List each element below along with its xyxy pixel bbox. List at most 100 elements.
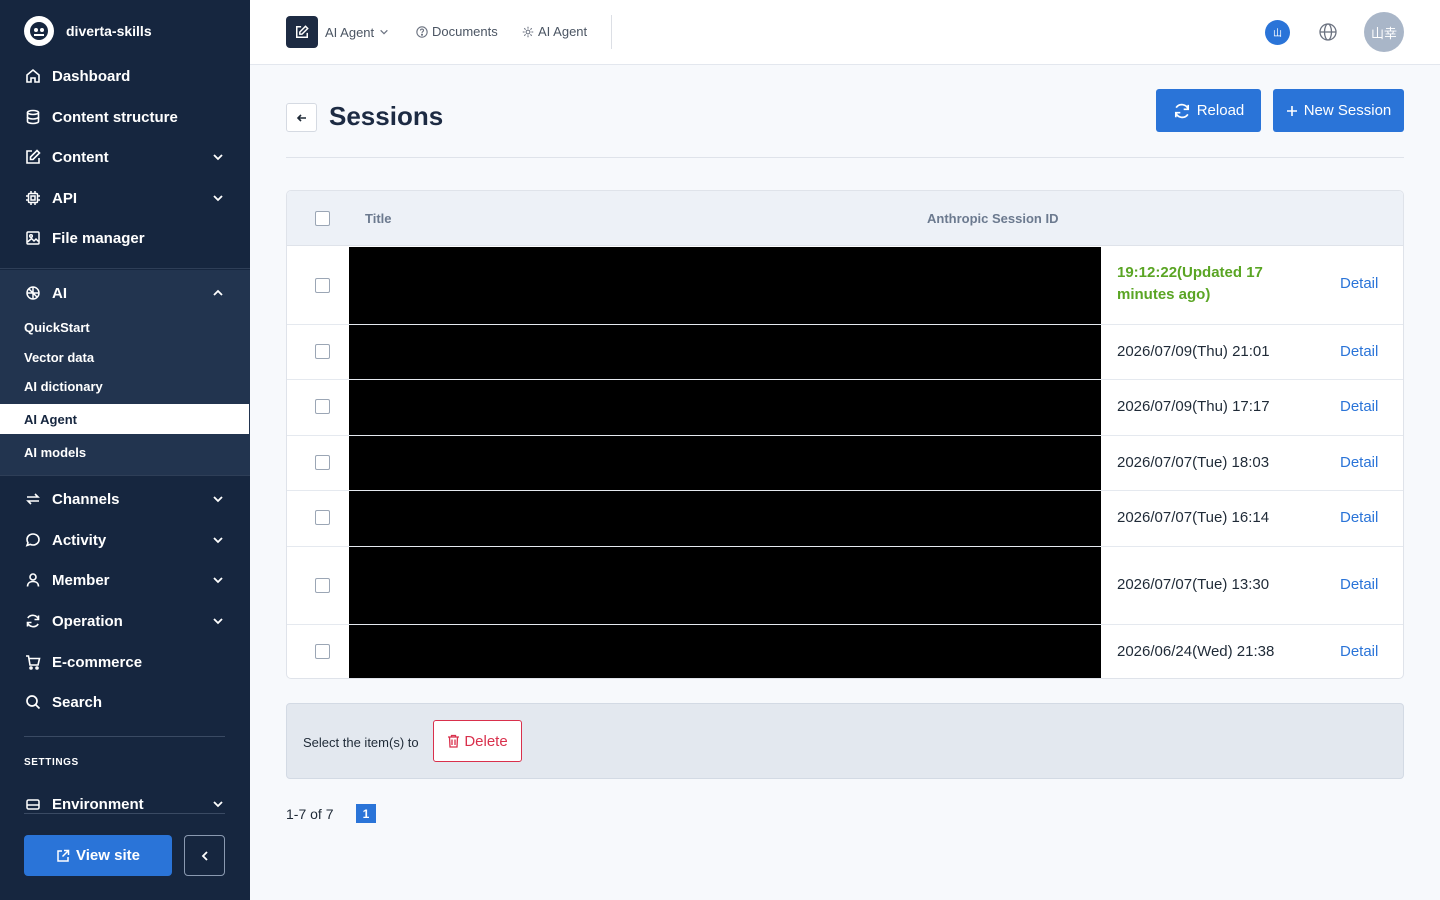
row-checkbox[interactable] <box>315 399 330 414</box>
row-checkbox[interactable] <box>315 455 330 470</box>
row-checkbox[interactable] <box>315 344 330 359</box>
chip-icon <box>24 189 42 207</box>
sidebar-subitem-ai-dictionary[interactable]: AI dictionary <box>0 371 249 401</box>
sidebar-item-label: Content <box>52 148 109 166</box>
row-date: 2026/07/07(Tue) 13:30 <box>1117 576 1270 593</box>
row-date: 2026/07/07(Tue) 18:03 <box>1117 454 1270 471</box>
column-header-session-id: Anthropic Session ID <box>927 211 1059 226</box>
ai-agent-link-label: AI Agent <box>538 24 588 39</box>
select-all-checkbox[interactable] <box>315 211 330 226</box>
detail-link[interactable]: Detail <box>1340 398 1378 415</box>
redacted-block <box>349 380 1101 435</box>
detail-link[interactable]: Detail <box>1340 275 1378 292</box>
row-date: 2026/07/09(Thu) 17:17 <box>1117 398 1270 415</box>
sidebar-item-activity[interactable]: Activity <box>0 520 250 560</box>
delete-label: Delete <box>464 732 508 750</box>
sidebar-item-search[interactable]: Search <box>0 682 250 722</box>
sidebar-divider <box>0 268 250 269</box>
sidebar-subitem-quickstart[interactable]: QuickStart <box>0 312 249 342</box>
bulk-action-bar: Select the item(s) to Delete <box>286 703 1404 779</box>
sidebar-item-label: API <box>52 189 78 207</box>
chevron-down-icon <box>213 496 223 503</box>
sidebar-item-label: E-commerce <box>52 653 143 671</box>
row-checkbox[interactable] <box>315 578 330 593</box>
brand-name: diverta-skills <box>66 23 152 39</box>
table-row: 2026/07/07(Tue) 18:03 Detail <box>287 436 1403 491</box>
sidebar-item-file-manager[interactable]: File manager <box>0 218 250 258</box>
detail-link[interactable]: Detail <box>1340 509 1378 526</box>
sidebar-item-environment[interactable]: Environment <box>0 784 250 824</box>
row-checkbox[interactable] <box>315 644 330 659</box>
top-bar: AI Agent Documents AI Agent 山 山幸 <box>250 0 1440 65</box>
row-checkbox[interactable] <box>315 510 330 525</box>
sidebar-item-label: File manager <box>52 229 145 247</box>
sidebar-item-channels[interactable]: Channels <box>0 479 250 519</box>
search-icon <box>24 693 42 711</box>
documents-link-label: Documents <box>432 24 498 39</box>
delete-button[interactable]: Delete <box>433 720 522 762</box>
ai-agent-link[interactable]: AI Agent <box>522 24 587 39</box>
sidebar-item-member[interactable]: Member <box>0 560 250 600</box>
image-icon <box>24 229 42 247</box>
swap-icon <box>24 490 42 508</box>
column-header-title: Title <box>365 211 392 226</box>
sidebar-item-api[interactable]: API <box>0 178 250 218</box>
server-icon <box>24 795 42 813</box>
chevron-up-icon <box>213 289 223 296</box>
help-circle-icon <box>416 25 428 38</box>
brand[interactable]: diverta-skills <box>24 16 152 46</box>
detail-link[interactable]: Detail <box>1340 576 1378 593</box>
new-session-label: New Session <box>1303 102 1392 119</box>
sidebar-subitem-label: AI Agent <box>24 411 77 427</box>
sidebar-subitem-label: QuickStart <box>24 319 90 335</box>
chevron-down-icon <box>213 154 223 161</box>
sidebar-item-ecommerce[interactable]: E-commerce <box>0 642 250 682</box>
bulk-action-text: Select the item(s) to <box>303 735 419 750</box>
pagination-page-current[interactable]: 1 <box>356 804 376 823</box>
chat-bubble-icon <box>24 531 42 549</box>
app-switcher[interactable]: AI Agent <box>286 16 389 48</box>
cart-icon <box>24 653 42 671</box>
detail-link[interactable]: Detail <box>1340 454 1378 471</box>
app-switcher-label: AI Agent <box>325 24 375 40</box>
edit-icon <box>24 148 42 166</box>
sidebar-subitem-ai-models[interactable]: AI models <box>0 437 249 467</box>
header-divider <box>286 157 1404 158</box>
chevron-down-icon <box>380 29 388 35</box>
table-row: 2026/07/09(Thu) 21:01 Detail <box>287 325 1403 380</box>
sidebar-item-ai[interactable]: AI <box>0 273 250 313</box>
user-badge[interactable]: 山 <box>1265 20 1290 45</box>
redacted-block <box>349 491 1101 546</box>
settings-divider <box>24 736 225 737</box>
sidebar-item-label: AI <box>52 284 67 302</box>
row-checkbox[interactable] <box>315 278 330 293</box>
sidebar-item-operation[interactable]: Operation <box>0 601 250 641</box>
chevron-down-icon <box>213 195 223 202</box>
redacted-block <box>349 436 1101 490</box>
back-button[interactable] <box>286 103 317 132</box>
sidebar-item-label: Environment <box>52 795 144 813</box>
detail-link[interactable]: Detail <box>1340 343 1378 360</box>
table-header: Title Anthropic Session ID <box>287 191 1403 246</box>
documents-link[interactable]: Documents <box>416 24 498 39</box>
sidebar-subitem-ai-agent[interactable]: AI Agent <box>0 404 249 434</box>
detail-link[interactable]: Detail <box>1340 643 1378 660</box>
view-site-button[interactable]: View site <box>24 835 172 876</box>
collapse-sidebar-button[interactable] <box>184 835 225 876</box>
globe-icon[interactable] <box>1318 22 1338 42</box>
sidebar-item-label: Operation <box>52 612 123 630</box>
new-session-button[interactable]: New Session <box>1273 89 1404 132</box>
table-row: 19:12:22(Updated 17 minutes ago) Detail <box>287 247 1403 325</box>
sidebar-item-label: Activity <box>52 531 107 549</box>
row-date: 2026/07/07(Tue) 16:14 <box>1117 509 1270 526</box>
sidebar-item-content[interactable]: Content <box>0 137 250 177</box>
reload-button[interactable]: Reload <box>1156 89 1261 132</box>
sidebar-item-label: Dashboard <box>52 67 131 85</box>
sidebar-subitem-vector-data[interactable]: Vector data <box>0 342 249 372</box>
arrow-left-icon <box>296 113 306 122</box>
sidebar-item-dashboard[interactable]: Dashboard <box>0 56 250 96</box>
redacted-block <box>349 325 1101 379</box>
avatar[interactable]: 山幸 <box>1364 12 1404 52</box>
redacted-block <box>349 247 1101 324</box>
sidebar-item-content-structure[interactable]: Content structure <box>0 97 250 137</box>
